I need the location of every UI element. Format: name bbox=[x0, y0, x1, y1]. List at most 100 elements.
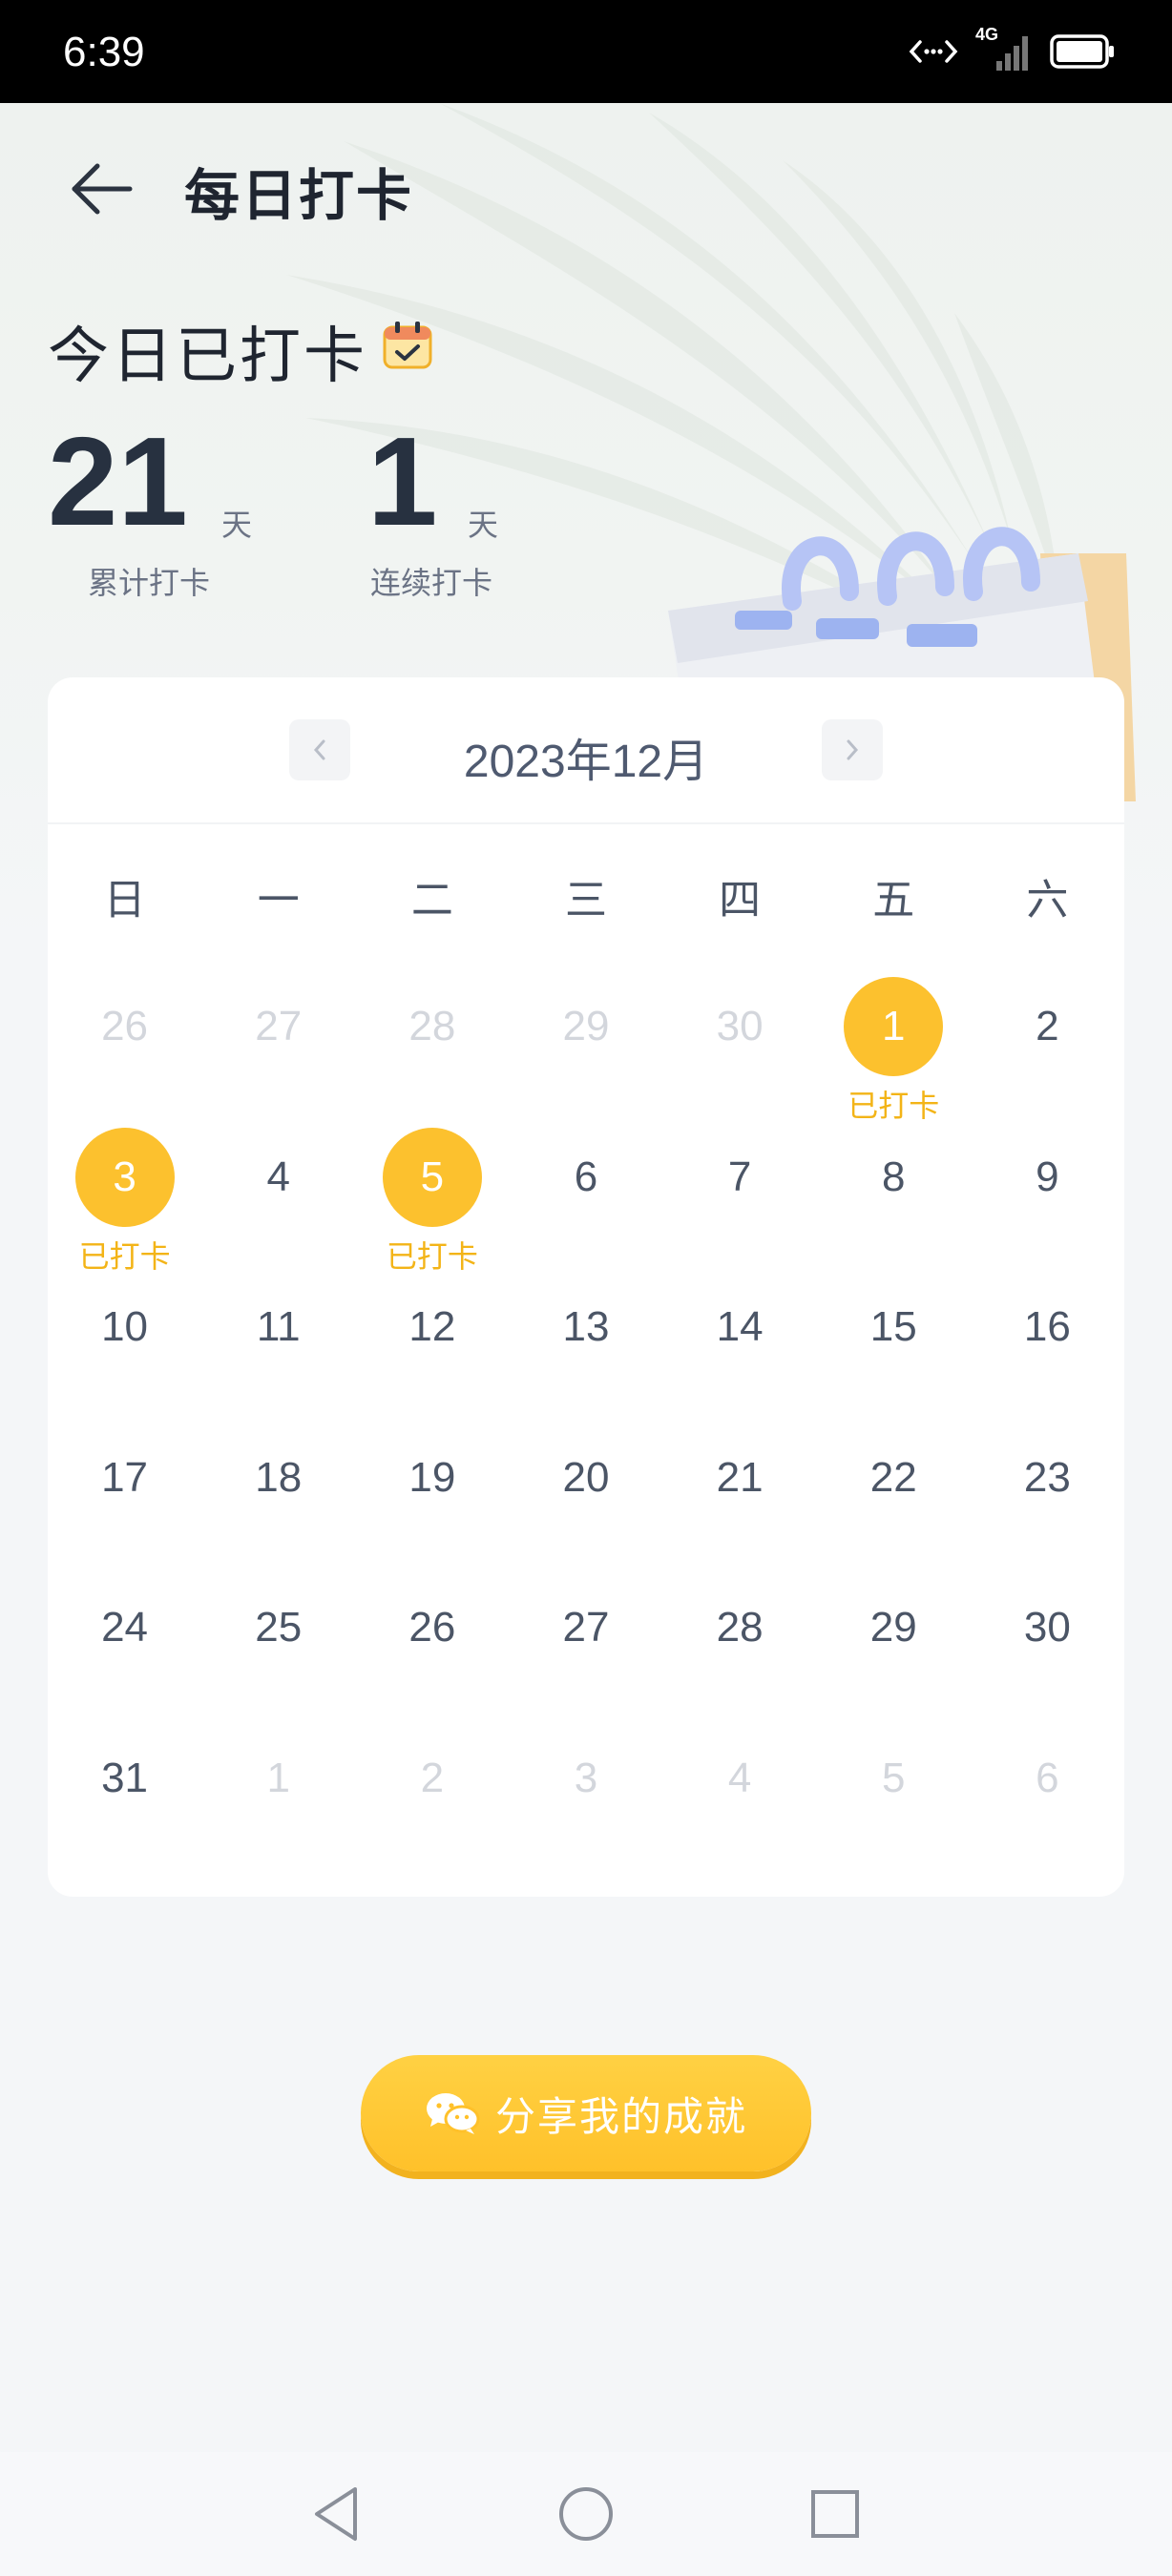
calendar-day[interactable]: 15 bbox=[817, 1268, 971, 1419]
day-number: 1 bbox=[844, 977, 944, 1076]
total-days-label: 累计打卡 bbox=[88, 565, 211, 601]
day-number: 15 bbox=[869, 1303, 917, 1350]
calendar-day[interactable]: 17 bbox=[48, 1419, 201, 1569]
streak-days-value: 1 bbox=[367, 411, 438, 551]
day-number: 11 bbox=[256, 1303, 301, 1350]
nav-home-button[interactable] bbox=[551, 2479, 621, 2549]
circle-home-icon bbox=[559, 2487, 613, 2541]
calendar-day-outside[interactable]: 28 bbox=[355, 967, 509, 1118]
calendar-day[interactable]: 31 bbox=[48, 1719, 201, 1870]
weekday-row: 日 一 二 三 四 五 六 bbox=[48, 824, 1124, 967]
calendar-day[interactable]: 4 bbox=[201, 1118, 355, 1269]
calendar-day[interactable]: 13 bbox=[509, 1268, 662, 1419]
calendar-day[interactable]: 27 bbox=[509, 1568, 662, 1719]
calendar-day-outside[interactable]: 3 bbox=[509, 1719, 662, 1870]
cellular-signal-icon: 4G bbox=[975, 25, 1033, 73]
day-number: 18 bbox=[255, 1453, 303, 1501]
square-recents-icon bbox=[811, 2490, 859, 2538]
weekday-label: 六 bbox=[1026, 876, 1069, 924]
calendar-day[interactable]: 11 bbox=[201, 1268, 355, 1419]
calendar-day[interactable]: 26 bbox=[355, 1568, 509, 1719]
day-number: 21 bbox=[716, 1453, 764, 1501]
calendar-day[interactable]: 9 bbox=[971, 1118, 1124, 1269]
day-number: 29 bbox=[869, 1604, 917, 1651]
calendar-day[interactable]: 18 bbox=[201, 1419, 355, 1569]
day-number: 16 bbox=[1023, 1303, 1071, 1350]
calendar-header: 2023年12月 bbox=[48, 677, 1124, 824]
back-button[interactable] bbox=[59, 146, 145, 232]
calendar-day-checked[interactable]: 5 已打卡 bbox=[355, 1118, 509, 1275]
calendar-day[interactable]: 16 bbox=[971, 1268, 1124, 1419]
day-number: 28 bbox=[716, 1604, 764, 1651]
calendar-day[interactable]: 2 bbox=[971, 967, 1124, 1118]
share-achievement-button[interactable]: 分享我的成就 bbox=[361, 2055, 811, 2171]
system-nav-bar bbox=[0, 2452, 1172, 2576]
nav-back-button[interactable] bbox=[301, 2479, 371, 2549]
calendar-day[interactable]: 23 bbox=[971, 1419, 1124, 1569]
calendar-day[interactable]: 25 bbox=[201, 1568, 355, 1719]
day-number: 31 bbox=[101, 1754, 149, 1801]
total-days-unit: 天 bbox=[221, 507, 253, 543]
day-number: 30 bbox=[1023, 1604, 1071, 1651]
calendar-day-outside[interactable]: 5 bbox=[817, 1719, 971, 1870]
status-time: 6:39 bbox=[63, 29, 145, 75]
calendar-day-outside[interactable]: 26 bbox=[48, 967, 201, 1118]
calendar-day-checked[interactable]: 3 已打卡 bbox=[48, 1118, 201, 1275]
calendar-day[interactable]: 10 bbox=[48, 1268, 201, 1419]
day-number: 2 bbox=[420, 1754, 445, 1801]
weekday-label: 一 bbox=[257, 876, 300, 924]
streak-days-label: 连续打卡 bbox=[370, 565, 493, 601]
calendar-day[interactable]: 14 bbox=[663, 1268, 817, 1419]
day-number: 13 bbox=[562, 1303, 610, 1350]
calendar-day[interactable]: 21 bbox=[663, 1419, 817, 1569]
day-number: 1 bbox=[266, 1754, 290, 1801]
calendar-day-outside[interactable]: 2 bbox=[355, 1719, 509, 1870]
day-number: 8 bbox=[882, 1153, 906, 1200]
calendar-grid: 26 27 28 29 30 1 已打卡 2 3 已打卡 4 5 已打卡 6 7 8 9 10 11 12 13 14 15… bbox=[48, 967, 1124, 1869]
app-header: 每日打卡 bbox=[0, 103, 1172, 260]
calendar-day-outside[interactable]: 27 bbox=[201, 967, 355, 1118]
calendar-day[interactable]: 24 bbox=[48, 1568, 201, 1719]
calendar-day[interactable]: 12 bbox=[355, 1268, 509, 1419]
arrow-left-icon bbox=[72, 163, 133, 215]
day-number: 4 bbox=[266, 1153, 290, 1200]
day-number: 4 bbox=[727, 1754, 752, 1801]
calendar-day[interactable]: 29 bbox=[817, 1568, 971, 1719]
calendar-day[interactable]: 8 bbox=[817, 1118, 971, 1269]
day-number: 24 bbox=[101, 1604, 149, 1651]
next-month-button[interactable] bbox=[822, 719, 883, 780]
calendar-day[interactable]: 7 bbox=[663, 1118, 817, 1269]
day-number: 22 bbox=[869, 1453, 917, 1501]
day-number: 5 bbox=[382, 1127, 482, 1227]
calendar-day-outside[interactable]: 6 bbox=[971, 1719, 1124, 1870]
day-number: 27 bbox=[562, 1604, 610, 1651]
day-number: 20 bbox=[562, 1453, 610, 1501]
streak-days-unit: 天 bbox=[468, 507, 499, 543]
calendar-day-checked[interactable]: 1 已打卡 bbox=[817, 967, 971, 1124]
day-number: 30 bbox=[716, 1003, 764, 1049]
calendar-day[interactable]: 22 bbox=[817, 1419, 971, 1569]
day-number: 25 bbox=[255, 1604, 303, 1651]
total-days-value: 21 bbox=[48, 411, 188, 551]
nav-recents-button[interactable] bbox=[800, 2479, 870, 2549]
day-number: 10 bbox=[101, 1303, 149, 1350]
calendar-day[interactable]: 6 bbox=[509, 1118, 662, 1269]
status-icons: 4G bbox=[909, 25, 1115, 74]
calendar-day[interactable]: 30 bbox=[971, 1568, 1124, 1719]
triangle-back-icon bbox=[315, 2487, 357, 2541]
day-number: 2 bbox=[1036, 1003, 1059, 1049]
day-number: 17 bbox=[101, 1453, 149, 1501]
weekday-label: 五 bbox=[872, 876, 915, 924]
checkin-status: 今日已打卡 bbox=[48, 322, 367, 392]
calendar-day-outside[interactable]: 30 bbox=[663, 967, 817, 1118]
calendar-day[interactable]: 28 bbox=[663, 1568, 817, 1719]
calendar-day[interactable]: 20 bbox=[509, 1419, 662, 1569]
weekday-label: 四 bbox=[719, 876, 762, 924]
calendar-day-outside[interactable]: 4 bbox=[663, 1719, 817, 1870]
month-label: 2023年12月 bbox=[463, 737, 709, 787]
calendar-day-outside[interactable]: 29 bbox=[509, 967, 662, 1118]
battery-icon bbox=[1050, 34, 1114, 69]
calendar-day-outside[interactable]: 1 bbox=[201, 1719, 355, 1870]
calendar-day[interactable]: 19 bbox=[355, 1419, 509, 1569]
day-number: 19 bbox=[408, 1453, 456, 1501]
